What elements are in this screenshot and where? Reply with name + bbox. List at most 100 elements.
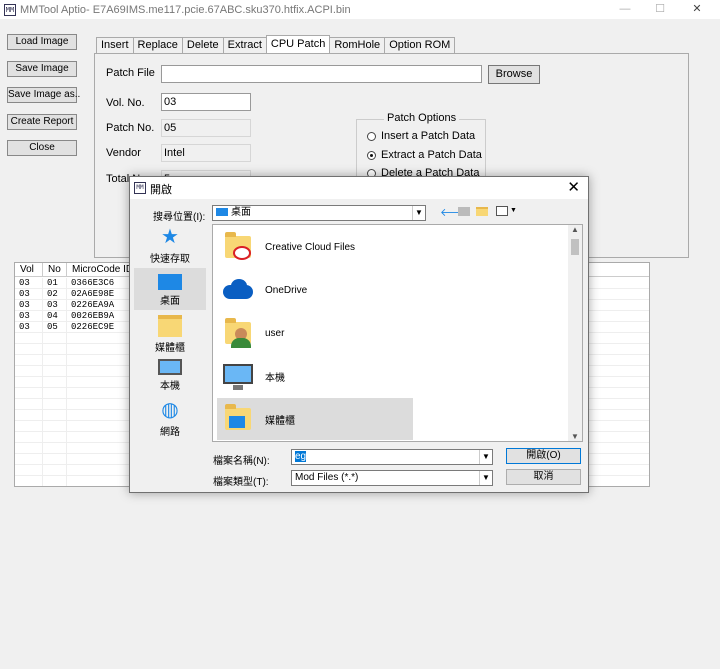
browse-button[interactable]: Browse [488, 65, 540, 84]
cloud-icon [221, 273, 255, 307]
close-button[interactable]: Close [7, 140, 77, 156]
table-cell [43, 465, 67, 475]
table-cell: 03 [15, 289, 43, 299]
file-name: user [265, 327, 285, 339]
dialog-close-button[interactable]: ✕ [567, 178, 580, 196]
table-cell [15, 454, 43, 464]
open-button[interactable]: 開啟(O) [506, 448, 581, 464]
file-item-onedrive[interactable]: OneDrive [217, 269, 413, 311]
place-label: 桌面 [160, 296, 180, 307]
save-image-as-button[interactable]: Save Image as.. [7, 87, 80, 103]
radio-label: Extract a Patch Data [381, 149, 482, 161]
scroll-up-icon[interactable]: ▲ [568, 225, 582, 234]
file-item-creative-cloud[interactable]: Creative Cloud Files [217, 226, 413, 268]
place-this-pc[interactable]: 本機 [134, 354, 206, 396]
radio-button-selected[interactable] [367, 150, 376, 160]
dialog-title: 開啟 [150, 184, 172, 196]
chevron-down-icon[interactable]: ▼ [412, 206, 425, 220]
column-header-vol[interactable]: Vol [15, 263, 43, 276]
close-window-button[interactable]: ✕ [682, 0, 712, 19]
view-dropdown-icon[interactable]: ▼ [510, 207, 517, 214]
table-cell [43, 399, 67, 409]
save-image-button[interactable]: Save Image [7, 61, 77, 77]
filetype-value: Mod Files (*.*) [295, 472, 359, 483]
table-cell [43, 476, 67, 486]
tab-delete[interactable]: Delete [181, 37, 224, 53]
table-cell [15, 476, 43, 486]
places-bar: ★ 快速存取 桌面 媒體櫃 本機 ◍ 網路 [134, 223, 206, 443]
table-cell [43, 366, 67, 376]
filetype-select[interactable]: Mod Files (*.*) ▼ [291, 470, 493, 486]
radio-button[interactable] [367, 131, 376, 141]
patch-file-label: Patch File [106, 67, 155, 79]
filename-value: eg [295, 451, 307, 462]
tab-option-rom[interactable]: Option ROM [384, 37, 456, 53]
open-file-dialog: MM 開啟 ✕ 搜尋位置(I): 桌面 ▼ 🡐 ▼ ★ 快速存取 桌面 媒體櫃 … [129, 176, 589, 493]
chevron-down-icon[interactable]: ▼ [479, 471, 492, 485]
tab-cpu-patch[interactable]: CPU Patch [265, 35, 331, 53]
table-cell [15, 432, 43, 442]
patch-options-group: Patch Options Insert a Patch Data Extrac… [356, 112, 486, 179]
cancel-button[interactable]: 取消 [506, 469, 581, 485]
load-image-button[interactable]: Load Image [7, 34, 77, 50]
patch-no-label: Patch No. [106, 122, 155, 134]
file-item-user[interactable]: user [217, 312, 413, 354]
file-list[interactable]: Creative Cloud Files OneDrive user 本機 媒體… [212, 224, 583, 442]
table-cell [15, 344, 43, 354]
view-menu-icon[interactable] [496, 206, 508, 216]
table-cell: 03 [15, 278, 43, 288]
star-icon: ★ [161, 226, 179, 248]
tab-romhole[interactable]: RomHole [329, 37, 386, 53]
table-cell [43, 421, 67, 431]
table-cell [43, 454, 67, 464]
file-name: Creative Cloud Files [265, 241, 356, 253]
title-bar: MM MMTool Aptio- E7A69IMS.me117.pcie.67A… [0, 0, 720, 19]
file-item-this-pc[interactable]: 本機 [217, 355, 413, 397]
table-cell [43, 432, 67, 442]
desktop-icon [158, 274, 182, 290]
table-cell [43, 388, 67, 398]
radio-extract-patch[interactable]: Extract a Patch Data [367, 149, 482, 161]
table-cell [15, 366, 43, 376]
place-network[interactable]: ◍ 網路 [134, 396, 206, 438]
file-item-libraries[interactable]: 媒體櫃 [217, 398, 413, 440]
filename-label: 檔案名稱(N): [213, 456, 270, 467]
file-list-scrollbar[interactable]: ▲ ▼ [568, 225, 582, 441]
look-in-label: 搜尋位置(I): [153, 212, 206, 223]
radio-insert-patch[interactable]: Insert a Patch Data [367, 130, 475, 142]
create-report-button[interactable]: Create Report [7, 114, 77, 130]
place-label: 網路 [160, 427, 180, 438]
chevron-down-icon[interactable]: ▼ [479, 450, 492, 464]
place-quick-access[interactable]: ★ 快速存取 [134, 223, 206, 267]
look-in-value: 桌面 [231, 207, 251, 218]
radio-label: Insert a Patch Data [381, 130, 476, 142]
file-name: OneDrive [265, 284, 308, 296]
table-cell [43, 410, 67, 420]
filename-input[interactable]: eg ▼ [291, 449, 493, 465]
place-libraries[interactable]: 媒體櫃 [134, 312, 206, 354]
tab-insert[interactable]: Insert [96, 37, 134, 53]
scroll-down-icon[interactable]: ▼ [568, 432, 582, 441]
vol-no-field[interactable]: 03 [161, 93, 251, 111]
app-icon: MM [4, 3, 16, 16]
look-in-combo[interactable]: 桌面 ▼ [212, 205, 426, 221]
place-desktop[interactable]: 桌面 [134, 268, 206, 310]
patch-file-input[interactable] [161, 65, 482, 83]
scroll-thumb[interactable] [571, 239, 579, 255]
minimize-button[interactable]: — [610, 0, 640, 19]
table-cell [43, 333, 67, 343]
tab-replace[interactable]: Replace [132, 37, 183, 53]
table-cell [43, 344, 67, 354]
table-cell [15, 333, 43, 343]
column-header-no[interactable]: No [43, 263, 67, 276]
maximize-button[interactable]: ☐ [645, 0, 675, 19]
library-folder-icon [221, 402, 255, 436]
table-cell [15, 355, 43, 365]
patch-options-title: Patch Options [384, 112, 460, 124]
tab-bar: Insert Replace Delete Extract CPU Patch … [96, 35, 456, 54]
new-folder-icon[interactable] [476, 207, 488, 216]
up-folder-icon[interactable] [458, 207, 470, 216]
table-cell: 03 [15, 300, 43, 310]
tab-extract[interactable]: Extract [222, 37, 267, 53]
patch-no-field: 05 [161, 119, 251, 137]
